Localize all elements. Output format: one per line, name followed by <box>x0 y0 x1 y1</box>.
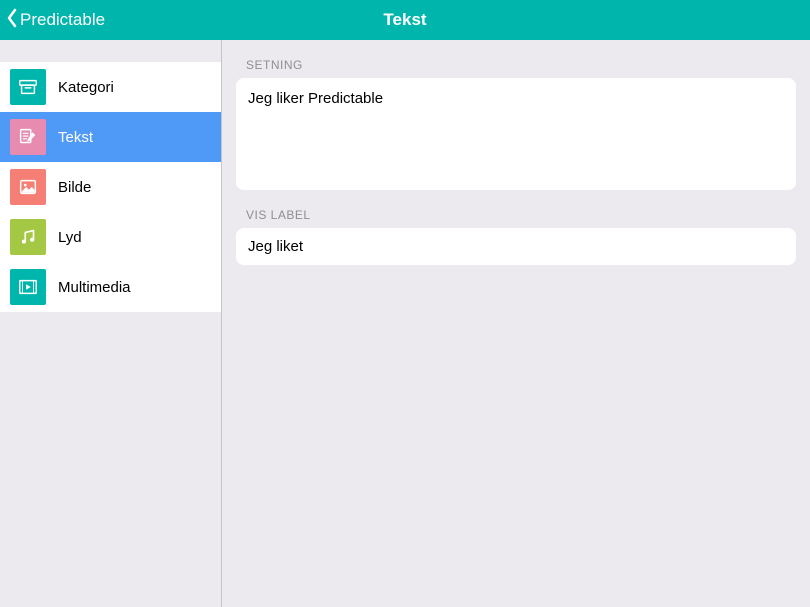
chevron-left-icon <box>6 8 20 33</box>
sidebar-item-label: Kategori <box>58 79 114 96</box>
sidebar-item-multimedia[interactable]: Multimedia <box>0 262 221 312</box>
image-icon <box>10 169 46 205</box>
section-header-setning: SETNING <box>246 58 796 72</box>
back-label: Predictable <box>20 10 105 30</box>
vis-label-value: Jeg liket <box>248 238 303 255</box>
content-pane: SETNING Jeg liker Predictable VIS LABEL … <box>222 40 810 607</box>
back-button[interactable]: Predictable <box>0 8 105 33</box>
title-bar: Predictable Tekst <box>0 0 810 40</box>
sidebar-item-label: Bilde <box>58 179 91 196</box>
sidebar-item-label: Tekst <box>58 129 93 146</box>
setning-textarea[interactable]: Jeg liker Predictable <box>236 78 796 190</box>
sidebar-item-lyd[interactable]: Lyd <box>0 212 221 262</box>
setning-value: Jeg liker Predictable <box>248 90 383 107</box>
archive-icon <box>10 69 46 105</box>
edit-icon <box>10 119 46 155</box>
sidebar-item-label: Lyd <box>58 229 82 246</box>
music-icon <box>10 219 46 255</box>
sidebar-item-label: Multimedia <box>58 279 131 296</box>
page-title: Tekst <box>383 10 426 30</box>
play-icon <box>10 269 46 305</box>
section-header-vis-label: VIS LABEL <box>246 208 796 222</box>
vis-label-input[interactable]: Jeg liket <box>236 228 796 265</box>
sidebar-item-kategori[interactable]: Kategori <box>0 62 221 112</box>
sidebar: Kategori Tekst Bilde Lyd Multimedia <box>0 40 222 607</box>
sidebar-item-bilde[interactable]: Bilde <box>0 162 221 212</box>
sidebar-item-tekst[interactable]: Tekst <box>0 112 221 162</box>
